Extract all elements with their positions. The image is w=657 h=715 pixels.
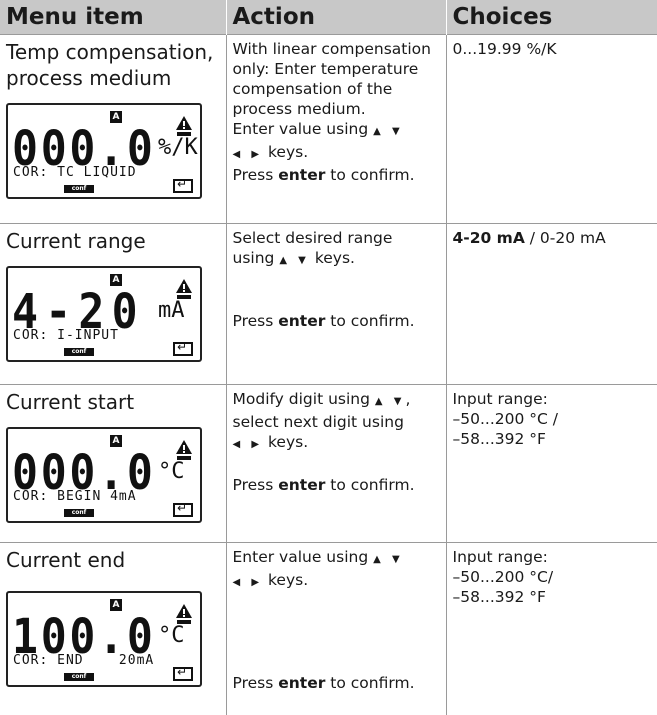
enter-key-icon [173,177,193,193]
choices-text: 4-20 mA / 0-20 mA [453,228,654,248]
keys-text: keys. [268,433,309,451]
table-header-row: Menu item Action Choices [0,0,657,35]
menu-item-cell: Current range A 4-20 mA COR: I-INPUT con… [0,223,226,385]
up-down-arrow-keys-icon: ▲ ▼ [373,554,404,565]
action-line: Modify digit using [232,390,370,408]
confirm-instruction: Press enter to confirm. [232,674,415,692]
hold-warning-icon [176,116,192,136]
enter-key-icon [173,501,193,517]
action-line: compensation of the [232,80,393,98]
enter-key-icon [173,340,193,356]
action-line: Enter value using [232,120,369,138]
lcd-display: A 000.0 °C COR: BEGIN 4mA conf [6,427,202,523]
action-cell: Modify digit using ▲ ▼, select next digi… [225,384,446,543]
action-line: Enter value using [232,548,369,566]
action-line: process medium. [232,100,366,118]
up-down-arrow-keys-icon: ▲ ▼ [373,126,404,137]
left-right-arrow-keys-icon: ◀ ▶ [232,439,264,450]
choices-cell: Input range: –50...200 °C/ –58...392 °F [445,542,657,715]
action-line: Select desired range [232,229,393,247]
lcd-mode-label: conf [64,673,94,681]
menu-item-cell: Current end A 100.0 °C COR: END 20mA con… [0,542,226,715]
action-line: only: Enter temperature [232,60,419,78]
table-row: Current start A 000.0 °C COR: BEGIN 4mA … [0,384,657,543]
choices-line: Input range: [452,548,548,566]
table-row: Current range A 4-20 mA COR: I-INPUT con… [0,223,657,385]
lcd-display: A 100.0 °C COR: END 20mA conf [6,591,202,687]
lcd-secondary-text: COR: BEGIN 4mA [13,489,137,504]
lcd-mode-label: conf [64,348,94,356]
action-line: select next digit using [232,413,404,431]
choices-cell: Input range: –50...200 °C / –58...392 °F [445,384,657,543]
header-choices: Choices [445,0,657,35]
menu-item-label: Current end [6,548,126,572]
confirm-instruction: Press enter to confirm. [232,312,415,330]
choices-default: 4-20 mA [452,229,525,247]
choices-line: –58...392 °F [452,430,546,448]
header-menu-item: Menu item [0,0,226,35]
hold-warning-icon [176,604,192,624]
confirm-instruction: Press enter to confirm. [232,476,415,494]
menu-table: Menu item Action Choices Temp compensati… [0,0,657,715]
enter-key-icon [173,665,193,681]
lcd-unit: mA [158,298,185,323]
action-cell: Enter value using ▲ ▼ ◀ ▶ keys. Press en… [225,542,446,715]
table-row: Temp compensation, process medium A 000.… [0,34,657,224]
enter-key-label: enter [278,476,326,494]
lcd-secondary-text: COR: END 20mA [13,653,155,668]
choices-line: Input range: [452,390,548,408]
action-cell: With linear compensation only: Enter tem… [225,34,446,224]
choices-cell: 0...19.99 %/K [445,34,657,224]
enter-key-label: enter [278,312,326,330]
enter-key-label: enter [278,166,326,184]
action-cell: Select desired range using ▲ ▼ keys. Pre… [225,223,446,385]
lcd-mode-label: conf [64,509,94,517]
header-action: Action [225,0,446,35]
lcd-display: A 4-20 mA COR: I-INPUT conf [6,266,202,362]
table-row: Current end A 100.0 °C COR: END 20mA con… [0,542,657,715]
left-right-arrow-keys-icon: ◀ ▶ [232,577,264,588]
left-right-arrow-keys-icon: ◀ ▶ [232,149,264,160]
keys-text: keys. [268,143,309,161]
menu-item-label: Current range [6,229,146,253]
action-line: With linear compensation [232,40,431,58]
action-line: using [232,249,275,267]
choices-line: –58...392 °F [452,588,546,606]
choices-alternative: / 0-20 mA [524,229,606,247]
choices-cell: 4-20 mA / 0-20 mA [445,223,657,385]
lcd-display: A 000.0 %/K COR: TC LIQUID conf [6,103,202,199]
lcd-unit: °C [158,623,185,648]
confirm-instruction: Press enter to confirm. [232,166,415,184]
lcd-unit: %/K [158,135,198,160]
menu-item-cell: Temp compensation, process medium A 000.… [0,34,226,224]
hold-warning-icon [176,440,192,460]
choices-line: –50...200 °C / [452,410,559,428]
enter-key-label: enter [278,674,326,692]
lcd-secondary-text: COR: TC LIQUID [13,165,137,180]
lcd-unit: °C [158,459,185,484]
choices-text: 0...19.99 %/K [452,40,557,58]
hold-warning-icon [176,279,192,299]
keys-text: keys. [314,249,355,267]
menu-item-label: Temp compensation, process medium [6,40,214,90]
menu-item-label: Current start [6,390,135,414]
choices-line: –50...200 °C/ [452,568,554,586]
up-down-arrow-keys-icon: ▲ ▼ [374,396,406,407]
menu-item-cell: Current start A 000.0 °C COR: BEGIN 4mA … [0,384,226,543]
keys-text: keys. [268,571,309,589]
lcd-mode-label: conf [64,185,94,193]
lcd-secondary-text: COR: I-INPUT [13,328,119,343]
up-down-arrow-keys-icon: ▲ ▼ [279,255,310,266]
